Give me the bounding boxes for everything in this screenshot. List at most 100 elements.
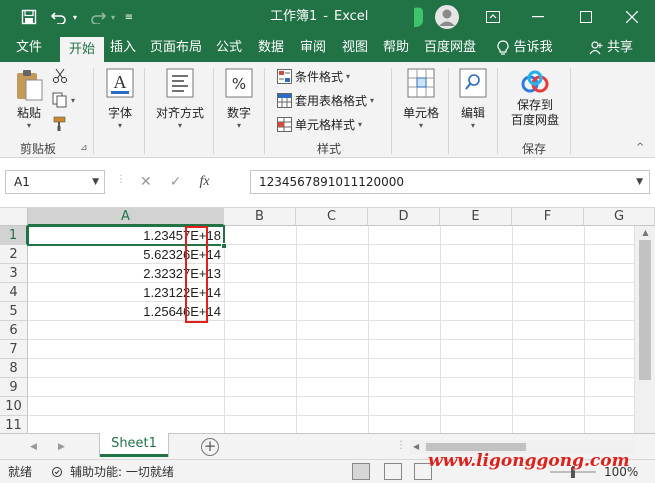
cell-exponent: 14 bbox=[206, 285, 221, 300]
redo-icon[interactable] bbox=[88, 0, 108, 34]
normal-view-button[interactable] bbox=[352, 463, 370, 480]
title-bar: ▾ ▾ ≡ 工作簿1- Excel bbox=[0, 0, 655, 34]
undo-icon[interactable] bbox=[48, 0, 70, 34]
redo-dropdown-icon[interactable]: ▾ bbox=[108, 0, 118, 34]
conditional-formatting-icon bbox=[277, 69, 292, 84]
formula-buttons: ✕ ✓ fx bbox=[140, 170, 210, 194]
enter-icon[interactable]: ✓ bbox=[170, 174, 182, 190]
name-box-dropdown-icon[interactable]: ▼ bbox=[92, 171, 99, 193]
window-title: 工作簿1- Excel bbox=[270, 0, 368, 34]
font-label: 字体 bbox=[107, 106, 132, 120]
tab-data[interactable]: 数据 bbox=[256, 34, 286, 62]
tab-view[interactable]: 视图 bbox=[340, 34, 370, 62]
expand-formula-bar-icon[interactable]: ▼ bbox=[636, 171, 643, 193]
cells-button[interactable]: 单元格 ▾ bbox=[398, 68, 444, 130]
close-button[interactable] bbox=[609, 0, 655, 34]
alignment-button[interactable]: 对齐方式 ▾ bbox=[151, 68, 209, 130]
row-header[interactable]: 9 bbox=[0, 378, 28, 397]
row-header[interactable]: 1 bbox=[0, 226, 28, 245]
column-header-d[interactable]: D bbox=[368, 208, 440, 226]
save-label-line2: 百度网盘 bbox=[510, 113, 559, 127]
formula-input[interactable]: 1234567891011120000 ▼ bbox=[250, 170, 650, 194]
paste-button[interactable]: 粘贴 ▾ bbox=[10, 68, 48, 130]
save-to-baidu-button[interactable]: 保存到 百度网盘 bbox=[506, 70, 564, 128]
copy-button[interactable]: ▾ bbox=[52, 92, 75, 108]
number-group: % 数字 ▾ bbox=[214, 62, 264, 158]
row-header[interactable]: 7 bbox=[0, 340, 28, 359]
tab-file[interactable]: 文件 bbox=[6, 34, 52, 62]
name-box[interactable]: A1 ▼ bbox=[5, 170, 105, 194]
row-header[interactable]: 11 bbox=[0, 416, 28, 433]
cell-styles-button[interactable]: 单元格样式 ▾ bbox=[277, 116, 362, 133]
scroll-up-icon[interactable]: ▲ bbox=[635, 228, 655, 237]
column-header-c[interactable]: C bbox=[296, 208, 368, 226]
column-header-a[interactable]: A bbox=[28, 208, 224, 226]
share-button[interactable]: 共享 bbox=[586, 34, 636, 62]
tab-insert[interactable]: 插入 bbox=[108, 34, 138, 62]
tab-review[interactable]: 审阅 bbox=[298, 34, 328, 62]
vertical-scroll-thumb[interactable] bbox=[639, 240, 651, 380]
column-header-e[interactable]: E bbox=[440, 208, 512, 226]
editing-group: 编辑 ▾ bbox=[449, 62, 497, 158]
ribbon-display-options-icon[interactable] bbox=[483, 0, 503, 34]
row-header[interactable]: 10 bbox=[0, 397, 28, 416]
add-sheet-icon[interactable]: + bbox=[201, 438, 219, 456]
status-ready: 就绪 bbox=[8, 465, 33, 479]
next-sheet-icon[interactable]: ▶ bbox=[58, 434, 65, 460]
row-header[interactable]: 2 bbox=[0, 245, 28, 264]
accessibility-status[interactable]: 辅助功能: 一切就绪 bbox=[52, 460, 174, 483]
tab-baidu-netdisk[interactable]: 百度网盘 bbox=[422, 34, 478, 62]
sheet-tab-sheet1[interactable]: Sheet1 bbox=[100, 433, 168, 457]
conditional-formatting-button[interactable]: 条件格式 ▾ bbox=[277, 68, 350, 85]
tab-help[interactable]: 帮助 bbox=[381, 34, 411, 62]
save-icon[interactable] bbox=[18, 0, 40, 34]
worksheet-grid[interactable]: A B C D E F G 1 2 3 4 5 6 7 8 9 10 11 1.… bbox=[0, 208, 655, 433]
scroll-left-icon[interactable]: ◀ bbox=[413, 440, 419, 454]
avatar-icon[interactable] bbox=[434, 0, 460, 34]
insert-function-icon[interactable]: fx bbox=[199, 174, 209, 190]
tab-splitter-icon[interactable]: ⋮ bbox=[396, 440, 406, 451]
clipboard-launcher-icon[interactable]: ⊿ bbox=[80, 143, 88, 153]
column-header-g[interactable]: G bbox=[584, 208, 655, 226]
highlight-box bbox=[185, 226, 208, 323]
ribbon-tabs: 文件 开始 插入 页面布局 公式 数据 审阅 视图 帮助 百度网盘 告诉我 共享 bbox=[0, 34, 655, 62]
minimize-button[interactable] bbox=[515, 0, 561, 34]
tab-page-layout[interactable]: 页面布局 bbox=[148, 34, 204, 62]
format-painter-icon bbox=[53, 116, 66, 131]
customize-toolbar-icon[interactable]: ≡ bbox=[122, 0, 136, 34]
font-button[interactable]: A 字体 ▾ bbox=[102, 68, 138, 130]
tab-formulas[interactable]: 公式 bbox=[214, 34, 244, 62]
select-all-corner[interactable] bbox=[0, 208, 28, 226]
format-as-table-button[interactable]: 套用表格格式 ▾ bbox=[277, 92, 374, 109]
alignment-label: 对齐方式 bbox=[155, 106, 204, 120]
horizontal-scroll-thumb[interactable] bbox=[426, 443, 526, 451]
tell-me-box[interactable]: 告诉我 bbox=[490, 34, 560, 62]
number-format-button[interactable]: % 数字 ▾ bbox=[222, 68, 256, 130]
row-header[interactable]: 8 bbox=[0, 359, 28, 378]
vertical-scrollbar[interactable]: ▲ bbox=[634, 226, 655, 433]
editing-button[interactable]: 编辑 ▾ bbox=[455, 68, 491, 130]
clipboard-icon bbox=[17, 70, 43, 101]
cut-button[interactable] bbox=[52, 68, 68, 84]
row-header[interactable]: 6 bbox=[0, 321, 28, 340]
prev-sheet-icon[interactable]: ◀ bbox=[30, 434, 37, 460]
styles-group-label: 样式 bbox=[317, 142, 342, 156]
cell-exponent: 13 bbox=[206, 266, 221, 281]
row-header[interactable]: 4 bbox=[0, 283, 28, 302]
row-header[interactable]: 5 bbox=[0, 302, 28, 321]
collapse-ribbon-icon[interactable]: ^ bbox=[636, 142, 644, 153]
svg-text:A: A bbox=[114, 72, 127, 92]
undo-dropdown-icon[interactable]: ▾ bbox=[70, 0, 80, 34]
column-header-f[interactable]: F bbox=[512, 208, 584, 226]
page-layout-view-button[interactable] bbox=[384, 463, 402, 480]
fill-handle[interactable] bbox=[221, 243, 227, 249]
ideas-leaf-icon[interactable] bbox=[408, 0, 428, 34]
format-painter-button[interactable] bbox=[52, 116, 68, 132]
cancel-icon[interactable]: ✕ bbox=[140, 174, 152, 190]
formula-bar-splitter-icon[interactable]: ⋮ bbox=[116, 174, 126, 185]
row-header[interactable]: 3 bbox=[0, 264, 28, 283]
column-header-b[interactable]: B bbox=[224, 208, 296, 226]
share-label: 共享 bbox=[606, 40, 633, 55]
maximize-button[interactable] bbox=[563, 0, 609, 34]
tab-home[interactable]: 开始 bbox=[60, 37, 104, 62]
